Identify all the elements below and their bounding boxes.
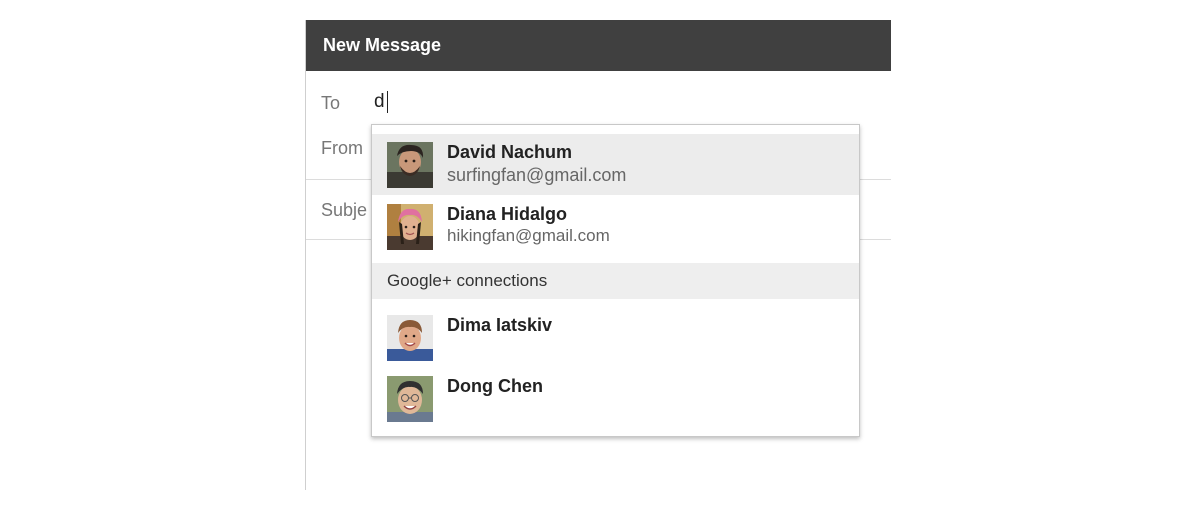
suggestion-diana-hidalgo[interactable]: Diana Hidalgo hikingfan@gmail.com	[372, 196, 859, 257]
text-cursor	[387, 91, 388, 113]
subject-label: Subje	[321, 200, 368, 220]
from-label: From	[321, 138, 363, 158]
to-label: To	[321, 93, 341, 113]
avatar-icon	[387, 204, 433, 250]
suggestion-dima-iatskiv[interactable]: Dima Iatskiv	[372, 307, 859, 368]
autocomplete-dropdown: David Nachum surfingfan@gmail.com Diana …	[371, 124, 860, 437]
section-header-google-plus: Google+ connections	[372, 263, 859, 299]
contact-name: David Nachum	[447, 142, 573, 162]
contact-email: surfingfan@gmail.com	[447, 165, 627, 185]
contact-name: Dima Iatskiv	[447, 315, 553, 335]
suggestion-david-nachum[interactable]: David Nachum surfingfan@gmail.com	[372, 134, 859, 195]
avatar-icon	[387, 376, 433, 422]
contact-email: hikingfan@gmail.com	[447, 226, 610, 245]
to-input[interactable]	[374, 90, 554, 114]
contact-name: Dong Chen	[447, 376, 543, 396]
suggestion-dong-chen[interactable]: Dong Chen	[372, 368, 859, 429]
section-label: Google+ connections	[387, 271, 548, 290]
avatar-icon	[387, 315, 433, 361]
compose-header: New Message	[306, 20, 891, 71]
compose-title: New Message	[323, 35, 442, 55]
contact-name: Diana Hidalgo	[447, 204, 568, 224]
avatar-icon	[387, 142, 433, 188]
